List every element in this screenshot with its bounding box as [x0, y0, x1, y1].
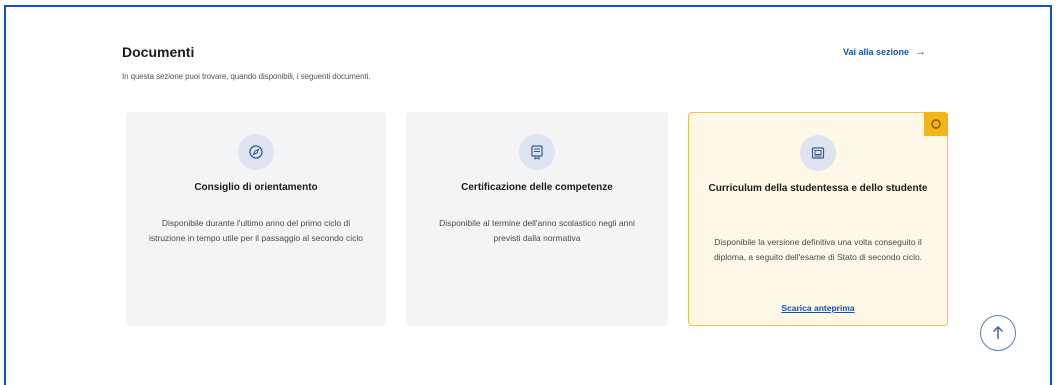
card-description: Disponibile la versione definitiva una v… — [713, 237, 923, 262]
card-description: Disponibile durante l'ultimo anno del pr… — [148, 218, 364, 243]
card-title: Certificazione delle competenze — [461, 182, 613, 193]
certificate-icon — [519, 134, 555, 170]
go-to-section-link[interactable]: Vai alla sezione → — [843, 46, 926, 58]
card-consiglio-orientamento: Consiglio di orientamento Disponibile du… — [126, 112, 386, 326]
arrow-right-icon: → — [915, 46, 927, 58]
compass-icon — [238, 134, 274, 170]
arrow-up-icon — [993, 326, 1003, 339]
card-description: Disponibile al termine dell'anno scolast… — [439, 218, 635, 243]
go-to-section-label: Vai alla sezione — [843, 47, 910, 57]
download-preview-link[interactable]: Scarica anteprima — [689, 303, 947, 313]
card-title: Curriculum della studentessa e dello stu… — [708, 183, 928, 194]
card-curriculum-studente: Curriculum della studentessa e dello stu… — [688, 112, 948, 326]
card-certificazione-competenze: Certificazione delle competenze Disponib… — [406, 112, 668, 326]
new-badge-icon — [924, 112, 948, 136]
back-to-top-button[interactable] — [980, 315, 1016, 351]
section-subtitle: In questa sezione puoi trovare, quando d… — [122, 72, 371, 81]
card-title: Consiglio di orientamento — [194, 182, 318, 193]
section-title: Documenti — [122, 44, 195, 60]
curriculum-icon — [800, 135, 836, 171]
